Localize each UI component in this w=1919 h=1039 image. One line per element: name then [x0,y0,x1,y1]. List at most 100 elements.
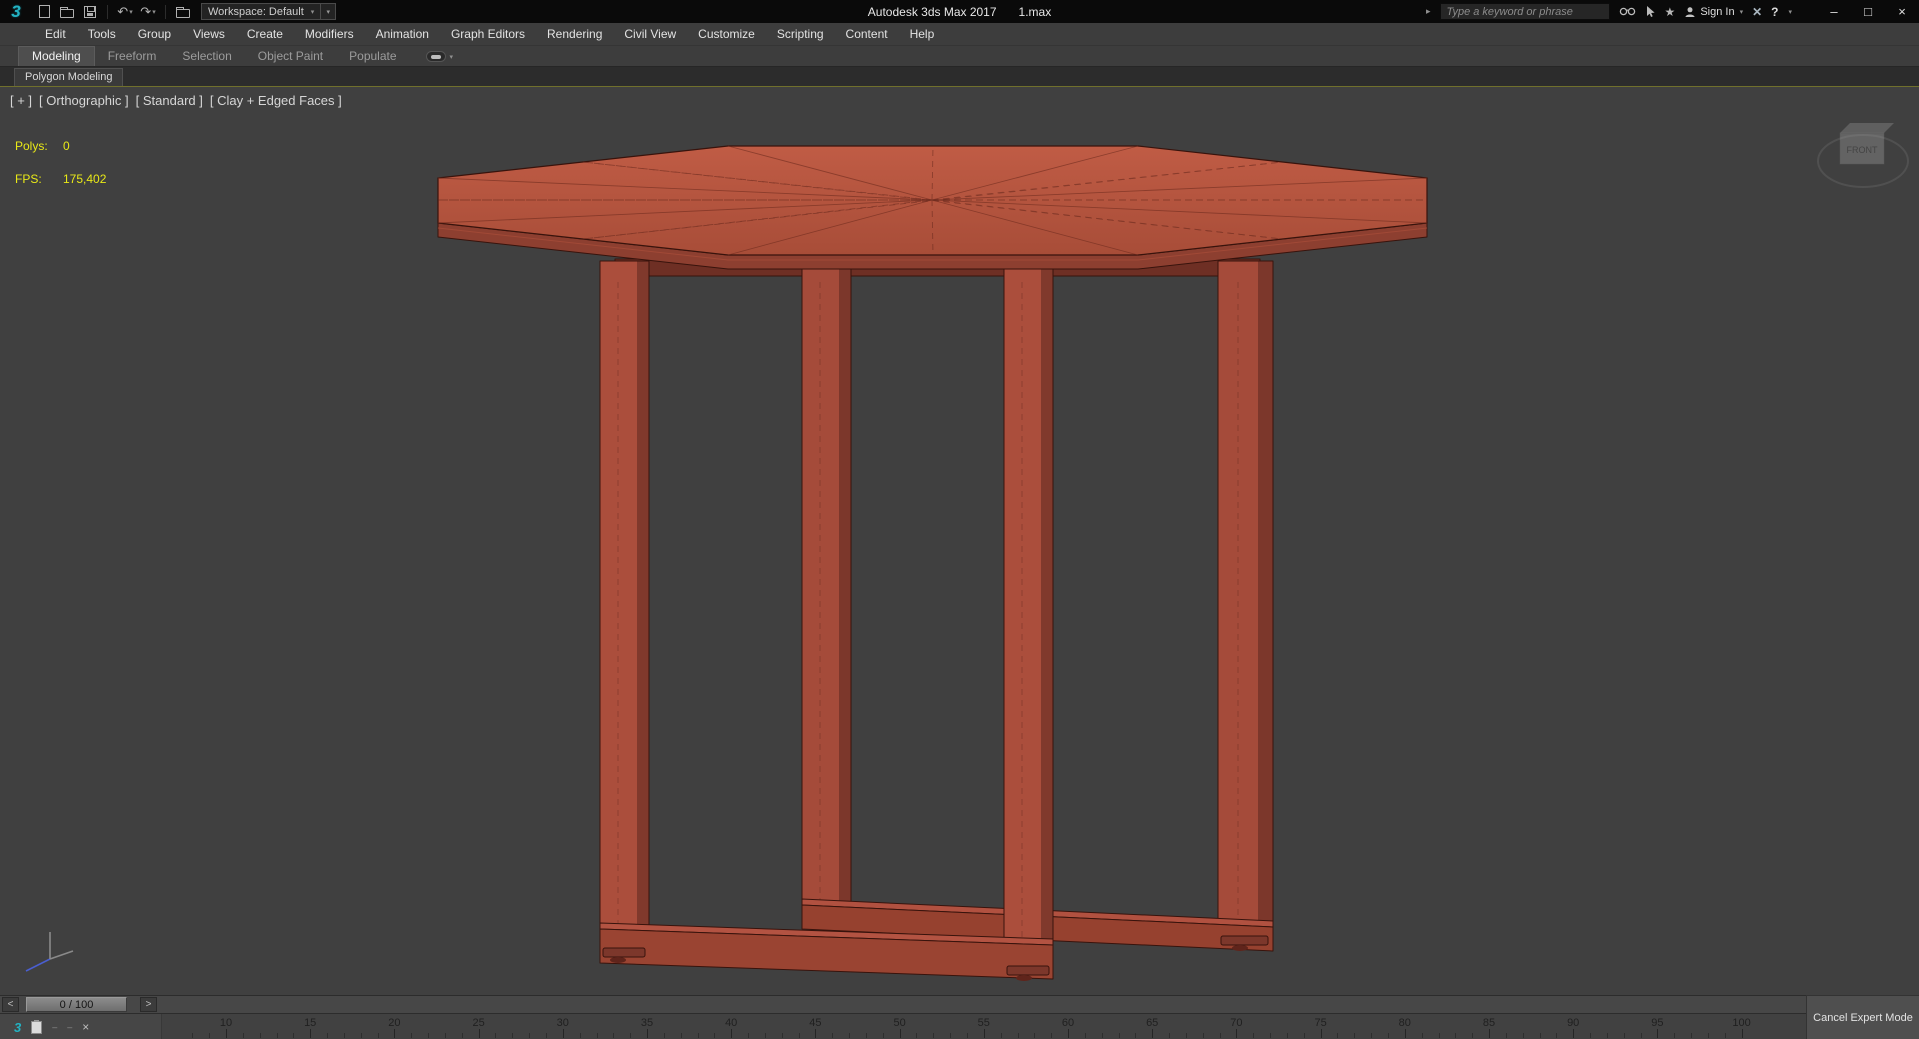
menu-item-content[interactable]: Content [835,23,899,45]
trackbar-tick [209,1033,211,1038]
menu-item-customize[interactable]: Customize [687,23,766,45]
minimize-button[interactable]: – [1817,0,1851,23]
trackbar-tick [1640,1033,1642,1038]
trackbar-tick [411,1033,413,1038]
next-frame-button[interactable]: > [140,997,157,1012]
menu-item-group[interactable]: Group [127,23,182,45]
menu-bar: Edit Tools Group Views Create Modifiers Animat… [0,23,1919,45]
viewport-standard-menu[interactable]: [ Standard ] [136,93,203,108]
menu-item-create[interactable]: Create [236,23,294,45]
save-file-button[interactable] [82,3,98,21]
trackbar-tick-label: 65 [1146,1017,1159,1029]
trackbar-tick-label: 60 [1061,1017,1075,1029]
ribbon-tab-bar: Modeling Freeform Selection Object Paint Pop… [0,45,1919,66]
ribbon-tab-object-paint[interactable]: Object Paint [245,47,336,66]
ribbon-tab-populate[interactable]: Populate [336,47,409,66]
viewport-general-menu[interactable]: [ + ] [10,93,32,108]
pointer-icon[interactable] [1645,3,1656,21]
trackbar-tick [478,1029,480,1038]
new-scene-button[interactable] [36,3,52,21]
viewport-pov-menu[interactable]: [ Orthographic ] [39,93,129,108]
close-button[interactable]: × [1885,0,1919,23]
redo-button[interactable]: ↷ ▾ [140,3,156,21]
trackbar-tick [916,1033,918,1038]
trackbar-tick-label: 80 [1398,1017,1411,1029]
trackbar-tick [647,1029,648,1038]
statistics-fps: FPS: 175,402 [15,172,106,186]
ribbon-tab-freeform[interactable]: Freeform [95,47,170,66]
table-leg-back-left[interactable] [801,260,852,910]
search-input[interactable] [1439,3,1610,20]
previous-frame-button[interactable]: < [2,997,19,1012]
open-file-button[interactable] [59,3,75,21]
trackbar-tick [1337,1033,1339,1038]
binoculars-icon[interactable] [1619,3,1636,21]
trackbar-tick-label: 95 [1651,1017,1664,1029]
ribbon-minimize-control[interactable]: ▾ [425,51,453,62]
menu-item-modifiers[interactable]: Modifiers [294,23,365,45]
polygon-modeling-panel-tab[interactable]: Polygon Modeling [14,68,124,86]
trackbar-tick [1152,1029,1154,1038]
menu-item-scripting[interactable]: Scripting [766,23,835,45]
ribbon-tab-selection[interactable]: Selection [169,47,244,66]
workspace-dropdown[interactable]: Workspace: Default ▾ [201,3,322,20]
ribbon-tab-modeling[interactable]: Modeling [18,46,95,66]
view-cube[interactable]: FRONT [1817,123,1909,188]
trackbar-tick [1674,1033,1676,1038]
chevron-down-icon: ▾ [310,8,315,16]
viewcube-front-face[interactable]: FRONT [1847,145,1878,155]
trackbar-tick [259,1033,261,1038]
trackbar-tick [663,1033,665,1038]
trackbar-tick [1236,1029,1238,1038]
trackbar-tick [697,1033,699,1038]
favorites-star-icon[interactable]: ★ [1665,3,1676,21]
viewport[interactable]: [ + ] [ Orthographic ] [ Standard ] [ Cl… [0,86,1919,995]
trackbar-close-icon[interactable]: × [82,1020,89,1034]
help-dropdown-icon[interactable]: ▾ [1788,8,1792,16]
track-bar[interactable]: 10 15 20 25 30 35 40 45 50 55 60 65 70 75 80 85 90 95 100 … [0,1013,1919,1039]
set-project-folder-button[interactable] [175,3,191,21]
trackbar-tick-label: 35 [640,1017,654,1029]
time-slider-handle[interactable]: 0 / 100 [26,997,127,1012]
search-expand-icon[interactable]: ▸ [1426,6,1431,17]
communication-center-icon[interactable]: ✕ [1752,3,1762,21]
menu-item-rendering[interactable]: Rendering [536,23,613,45]
menu-item-edit[interactable]: Edit [34,23,77,45]
trackbar-tick [343,1033,345,1038]
menu-item-animation[interactable]: Animation [365,23,440,45]
viewport-shading-menu[interactable]: [ Clay + Edged Faces ] [210,93,342,108]
menu-item-civil-view[interactable]: Civil View [613,23,687,45]
trackbar-tick [1522,1033,1524,1038]
ribbon-tab-list: Modeling Freeform Selection Object Paint Pop… [18,46,410,66]
trackbar-tick [444,1033,446,1038]
trackbar-tick-label: 90 [1567,1017,1580,1029]
menu-item-views[interactable]: Views [182,23,236,45]
trackbar-tick [1472,1033,1474,1038]
sign-in-label: Sign In [1700,5,1735,18]
trackbar-tick [899,1029,901,1038]
clipboard-icon[interactable] [31,1019,43,1034]
sign-in-button[interactable]: Sign In ▾ [1684,6,1743,18]
table-3d-model[interactable] [437,145,1428,981]
trackbar-tick [1303,1033,1305,1038]
trackbar-tick [1354,1033,1356,1038]
menu-item-graph-editors[interactable]: Graph Editors [440,23,536,45]
undo-dropdown-icon[interactable]: ▾ [129,8,133,16]
cancel-expert-mode-button[interactable]: Cancel Expert Mode [1806,995,1919,1039]
viewport-canvas[interactable]: FRONT [0,87,1919,995]
redo-dropdown-icon[interactable]: ▾ [152,8,156,16]
table-leg-front-right[interactable] [1003,260,1054,968]
maximize-button[interactable]: □ [1851,0,1885,23]
table-leg-back-right[interactable] [1217,260,1274,938]
undo-button[interactable]: ↶ ▾ [117,3,133,21]
trackbar-tick [293,1033,295,1038]
menu-item-tools[interactable]: Tools [77,23,127,45]
trackbar-tick-label: 70 [1230,1017,1243,1029]
help-icon[interactable]: ? [1771,3,1778,21]
table-leg-front-left[interactable] [599,260,650,950]
table-top[interactable] [437,145,1428,270]
3dsmax-logo-icon[interactable]: 3 [0,0,32,23]
menu-item-help[interactable]: Help [899,23,946,45]
workspace-options-button[interactable]: ▾ [321,3,337,20]
3dsmax-mini-logo-icon: 3 [14,1019,22,1035]
